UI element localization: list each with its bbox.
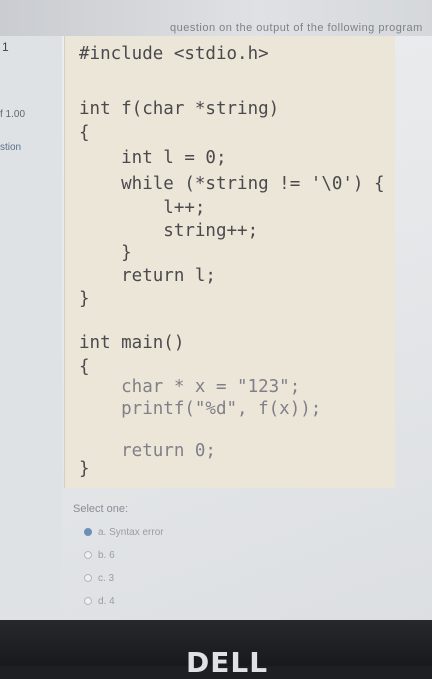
answer-option-a[interactable]: a. Syntax error [84,527,164,538]
code-line: l++; [79,198,206,218]
code-line: int l = 0; [79,148,227,168]
code-line: return l; [79,266,216,286]
answer-option-b[interactable]: b. 6 [84,550,115,561]
radio-icon[interactable] [84,551,92,560]
radio-icon[interactable] [84,574,92,583]
code-line: } [79,243,132,263]
select-one-label: Select one: [73,503,129,515]
header-band: question on the output of the following … [0,0,432,36]
code-line: printf("%d", f(x)); [79,399,322,419]
code-line: } [79,459,90,479]
flag-question-link[interactable]: stion [0,142,21,153]
question-mark-value: f 1.00 [0,109,26,120]
code-block: #include <stdio.h> int f(char *string) {… [64,36,395,488]
code-line: { [79,357,90,377]
code-line: return 0; [79,441,216,461]
answer-option-d[interactable]: d. 4 [84,596,115,607]
answer-option-label: c. 3 [98,573,115,584]
answer-option-label: b. 6 [98,550,115,561]
code-line: int f(char *string) [79,99,280,119]
code-text: #include <stdio.h> int f(char *string) {… [65,36,385,479]
quiz-sidebar: 1 f 1.00 stion [0,36,62,620]
code-line: { [79,123,90,143]
answer-option-label: d. 4 [98,596,115,607]
code-line: } [79,289,90,309]
answer-option-label: a. Syntax error [98,527,164,538]
code-line: char * x = "123"; [79,377,301,397]
radio-selected-icon[interactable] [84,528,92,537]
code-line: while (*string != '\0') { [79,174,385,194]
header-partial-text: question on the output of the following … [170,22,423,34]
dell-logo: DELL [186,646,269,679]
screen: question on the output of the following … [0,0,432,620]
code-line: string++; [79,221,259,241]
code-line: int main() [79,333,185,353]
answer-option-c[interactable]: c. 3 [84,573,114,584]
question-number: 1 [2,40,9,54]
radio-icon[interactable] [84,597,92,606]
code-line: #include <stdio.h> [79,44,269,64]
